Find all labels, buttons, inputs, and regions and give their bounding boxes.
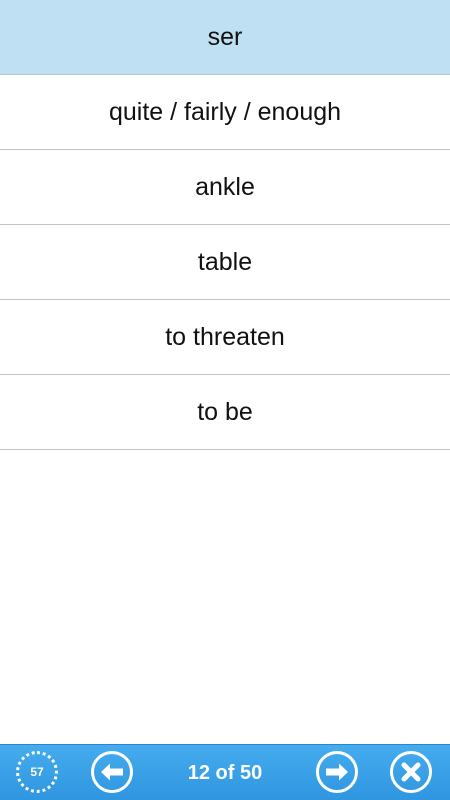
close-icon <box>401 762 421 782</box>
question-word: ser <box>0 0 450 75</box>
close-button[interactable] <box>390 751 432 793</box>
timer-value: 57 <box>30 765 44 779</box>
bottom-toolbar: 57 12 of 50 <box>0 744 450 800</box>
answer-option[interactable]: to be <box>0 375 450 450</box>
answer-options: quite / fairly / enough ankle table to t… <box>0 75 450 450</box>
previous-button[interactable] <box>91 751 133 793</box>
next-button[interactable] <box>316 751 358 793</box>
answer-option[interactable]: quite / fairly / enough <box>0 75 450 150</box>
arrow-left-icon <box>101 763 123 781</box>
answer-option[interactable]: to threaten <box>0 300 450 375</box>
timer-badge: 57 <box>16 751 58 793</box>
progress-counter: 12 of 50 <box>187 761 263 784</box>
quiz-screen: ser quite / fairly / enough ankle table … <box>0 0 450 800</box>
answer-option[interactable]: ankle <box>0 150 450 225</box>
answer-option[interactable]: table <box>0 225 450 300</box>
arrow-right-icon <box>326 763 348 781</box>
